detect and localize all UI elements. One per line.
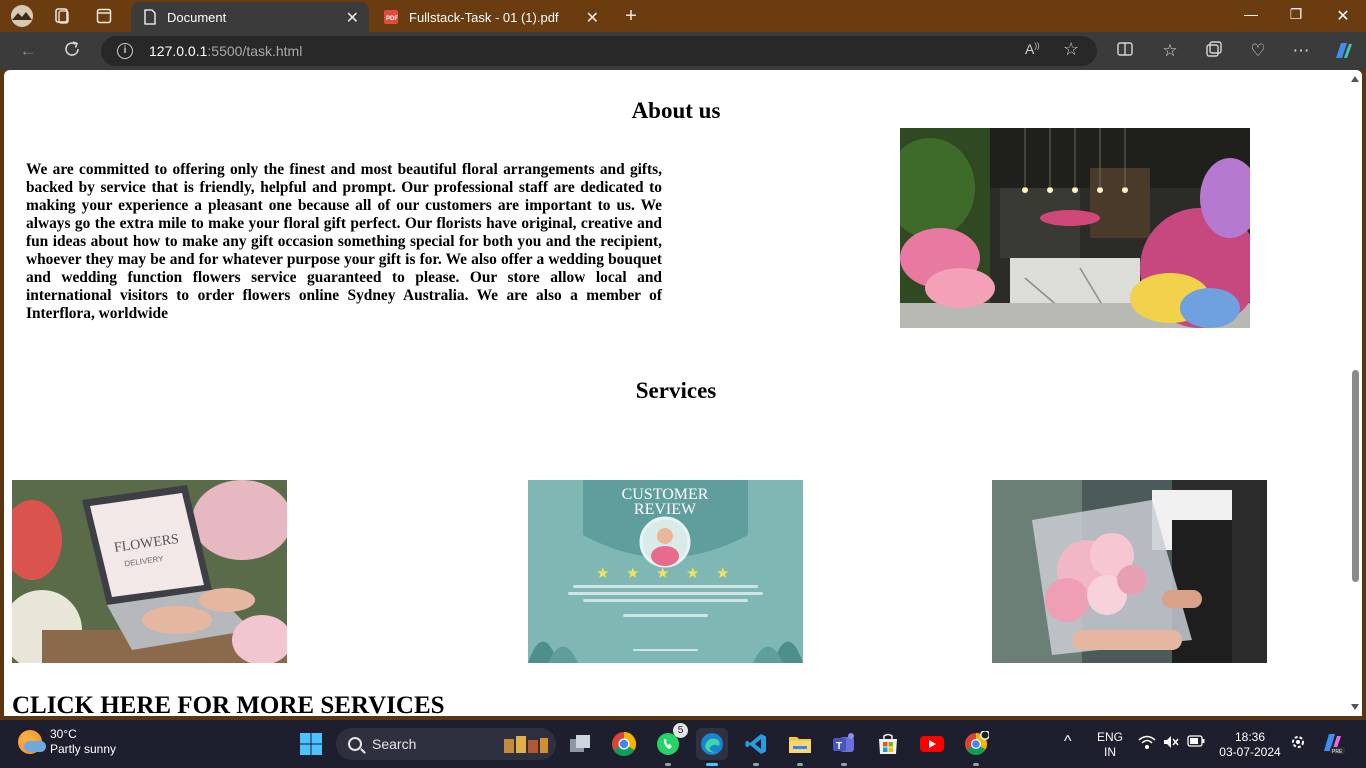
search-label: Search bbox=[372, 736, 417, 752]
close-tab-icon[interactable]: ✕ bbox=[586, 8, 599, 28]
clock-date: 03-07-2024 bbox=[1219, 745, 1281, 759]
svg-text:PRE: PRE bbox=[1332, 749, 1343, 755]
url-text[interactable]: 127.0.0.1:5500/task.html bbox=[149, 43, 302, 59]
read-aloud-icon[interactable]: A)) bbox=[1025, 41, 1040, 57]
split-screen-icon[interactable] bbox=[1114, 40, 1136, 62]
lang-line2: IN bbox=[1104, 745, 1116, 759]
new-tab-icon[interactable]: + bbox=[619, 4, 643, 28]
youtube-icon[interactable] bbox=[916, 728, 948, 760]
address-bar[interactable]: i 127.0.0.1:5500/task.html A)) ☆ bbox=[101, 36, 1097, 66]
bouquet-delivery-image bbox=[992, 480, 1267, 663]
start-windows-icon[interactable] bbox=[295, 728, 327, 760]
scroll-up-icon[interactable] bbox=[1351, 76, 1359, 82]
close-tab-icon[interactable]: ✕ bbox=[346, 8, 359, 28]
chrome-profile-icon[interactable] bbox=[960, 728, 992, 766]
tab-title: Fullstack-Task - 01 (1).pdf bbox=[409, 9, 559, 25]
favorite-star-icon[interactable]: ☆ bbox=[1063, 39, 1079, 60]
svg-text:★: ★ bbox=[716, 566, 729, 582]
notification-settings-icon[interactable] bbox=[1290, 734, 1306, 754]
temperature-text: 30°C bbox=[50, 727, 77, 741]
about-heading: About us bbox=[631, 98, 721, 123]
battery-icon[interactable] bbox=[1187, 735, 1205, 751]
running-indicator bbox=[797, 763, 803, 766]
weather-text: Partly sunny bbox=[50, 742, 117, 756]
settings-more-icon[interactable]: ⋯ bbox=[1290, 40, 1312, 62]
partly-sunny-icon bbox=[18, 730, 46, 754]
page-scrollbar[interactable] bbox=[1348, 70, 1362, 716]
scroll-thumb[interactable] bbox=[1352, 370, 1359, 582]
about-paragraph: We are committed to offering only the fi… bbox=[26, 161, 662, 322]
vscode-icon[interactable] bbox=[740, 728, 772, 766]
review-title-line2: REVIEW bbox=[634, 501, 697, 518]
close-window-icon[interactable]: ✕ bbox=[1333, 6, 1353, 26]
page-icon bbox=[144, 9, 156, 25]
back-icon[interactable]: ← bbox=[17, 40, 39, 62]
svg-text:★: ★ bbox=[686, 566, 699, 582]
tab-strip: Document ✕ PDF Fullstack-Task - 01 (1).p… bbox=[0, 0, 1366, 32]
profile-avatar-icon[interactable] bbox=[10, 4, 34, 28]
more-services-link[interactable]: CLICK HERE FOR MORE SERVICES bbox=[12, 692, 445, 716]
running-indicator bbox=[753, 763, 759, 766]
tab-title: Document bbox=[167, 9, 227, 25]
search-highlight-icon bbox=[504, 736, 548, 753]
search-icon bbox=[348, 737, 362, 751]
copilot-icon[interactable] bbox=[1332, 40, 1354, 62]
clock-time: 18:36 bbox=[1234, 730, 1266, 744]
teams-icon[interactable]: T bbox=[828, 728, 860, 766]
running-indicator bbox=[706, 763, 718, 766]
svg-text:★: ★ bbox=[626, 566, 639, 582]
flowers-delivery-image: FLOWERS DELIVERY bbox=[12, 480, 287, 663]
running-indicator bbox=[665, 763, 671, 766]
scroll-down-icon[interactable] bbox=[1351, 704, 1359, 710]
pdf-icon: PDF bbox=[384, 10, 398, 24]
windows-taskbar: 30°C Partly sunny Search 5 T ^ ENG IN 18… bbox=[0, 720, 1366, 768]
browser-essentials-icon[interactable]: ♡ bbox=[1247, 40, 1269, 62]
workspaces-icon[interactable] bbox=[50, 4, 74, 28]
volume-muted-icon[interactable] bbox=[1162, 734, 1180, 754]
microsoft-store-icon[interactable] bbox=[872, 728, 904, 760]
svg-text:★: ★ bbox=[656, 566, 669, 582]
edge-browser-icon[interactable] bbox=[696, 728, 728, 766]
running-indicator bbox=[973, 763, 979, 766]
svg-text:★: ★ bbox=[596, 566, 609, 582]
web-page-viewport: About us We are committed to offering on… bbox=[4, 70, 1362, 716]
flower-shop-image bbox=[900, 128, 1250, 328]
clock[interactable]: 18:36 03-07-2024 bbox=[1216, 730, 1284, 760]
running-indicator bbox=[841, 763, 847, 766]
notification-badge: 5 bbox=[673, 723, 688, 738]
svg-text:PDF: PDF bbox=[386, 16, 398, 22]
copilot-preview-icon[interactable]: PRE bbox=[1320, 731, 1346, 759]
services-heading: Services bbox=[635, 378, 717, 403]
site-info-icon[interactable]: i bbox=[117, 43, 133, 59]
weather-widget[interactable]: 30°C Partly sunny bbox=[18, 727, 116, 757]
favorites-icon[interactable]: ☆ bbox=[1159, 40, 1181, 62]
lang-line1: ENG bbox=[1096, 730, 1123, 744]
show-hidden-icons-chevron[interactable]: ^ bbox=[1064, 734, 1072, 750]
taskbar-search-box[interactable]: Search bbox=[336, 728, 556, 760]
minimize-icon[interactable]: — bbox=[1241, 6, 1261, 22]
address-bar-row: ← i 127.0.0.1:5500/task.html A)) ☆ ☆ ♡ ⋯ bbox=[0, 32, 1366, 70]
tab-document[interactable]: Document ✕ bbox=[131, 2, 369, 32]
chrome-icon[interactable] bbox=[608, 728, 640, 760]
customer-review-image: CUSTOMER REVIEW ★ ★ ★ ★ ★ bbox=[528, 480, 803, 663]
collections-icon[interactable] bbox=[1203, 40, 1225, 62]
tab-actions-icon[interactable] bbox=[92, 4, 116, 28]
language-indicator[interactable]: ENG IN bbox=[1094, 730, 1126, 760]
page-content: About us We are committed to offering on… bbox=[4, 70, 1348, 716]
wifi-icon[interactable] bbox=[1138, 734, 1156, 754]
restore-icon[interactable]: ❐ bbox=[1286, 6, 1306, 23]
whatsapp-icon[interactable]: 5 bbox=[652, 723, 688, 766]
file-explorer-icon[interactable] bbox=[784, 728, 816, 766]
task-view-icon[interactable] bbox=[564, 728, 596, 760]
svg-text:T: T bbox=[836, 741, 842, 752]
tab-pdf[interactable]: PDF Fullstack-Task - 01 (1).pdf ✕ bbox=[371, 2, 609, 32]
refresh-icon[interactable] bbox=[61, 40, 83, 62]
